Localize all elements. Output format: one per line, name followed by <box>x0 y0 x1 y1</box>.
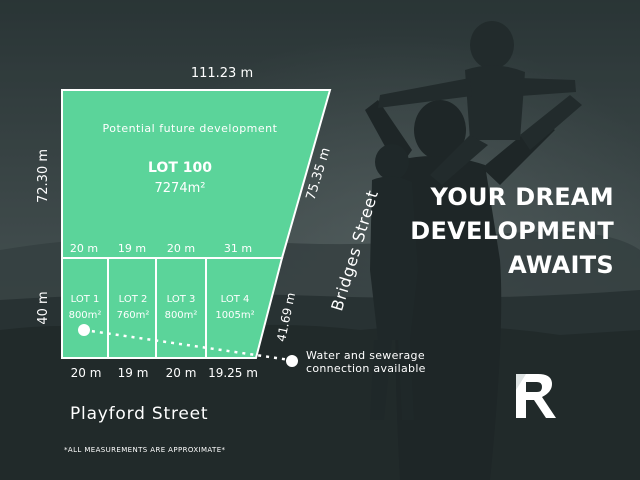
measurements-disclaimer: *ALL MEASUREMENTS ARE APPROXIMATE* <box>64 446 226 454</box>
lot-100-name: LOT 100 <box>148 160 212 176</box>
lot-2-name: LOT 2 <box>119 294 148 305</box>
lot-2-width-top: 19 m <box>118 242 146 255</box>
lot-3-area: 800m² <box>165 310 198 321</box>
tagline: YOUR DREAM DEVELOPMENT AWAITS <box>374 180 614 282</box>
lot-4-area: 1005m² <box>215 310 254 321</box>
lot-2-shape[interactable] <box>107 257 157 359</box>
lot-4-width-bottom: 19.25 m <box>208 366 258 380</box>
service-connection-point-icon <box>286 355 298 367</box>
lot-1-name: LOT 1 <box>71 294 100 305</box>
lot-1-width-bottom: 20 m <box>71 366 102 380</box>
tagline-line-3: AWAITS <box>508 251 614 279</box>
lot-2-width-bottom: 19 m <box>118 366 149 380</box>
lot-1-width-top: 20 m <box>70 242 98 255</box>
dimension-top: 111.23 m <box>191 66 253 81</box>
lot-4-width-top: 31 m <box>224 242 252 255</box>
lot-1-connection-point-icon <box>78 324 90 336</box>
dimension-lots-left: 40 m <box>36 291 51 324</box>
dimension-left: 72.30 m <box>36 149 51 203</box>
lot-4-shape[interactable] <box>205 257 284 359</box>
service-note-line-1: Water and sewerage <box>306 349 425 362</box>
playford-street-label: Playford Street <box>70 404 208 424</box>
lot-1-area: 800m² <box>69 310 102 321</box>
r-monogram-icon <box>516 374 556 418</box>
lot-2-area: 760m² <box>117 310 150 321</box>
lot-3-width-bottom: 20 m <box>166 366 197 380</box>
lot-3-width-top: 20 m <box>167 242 195 255</box>
lot-4-name: LOT 4 <box>221 294 250 305</box>
dimension-right-lower: 41.69 m <box>274 291 298 343</box>
tagline-line-1: YOUR DREAM <box>430 183 614 211</box>
lot-100-subtitle: Potential future development <box>103 122 278 135</box>
lot-3-name: LOT 3 <box>167 294 196 305</box>
lot-100-area: 7274m² <box>155 181 206 196</box>
poster: 111.23 m 72.30 m 75.35 m 41.69 m 40 m Po… <box>0 0 640 480</box>
tagline-line-2: DEVELOPMENT <box>410 217 614 245</box>
lot-1-shape[interactable] <box>61 257 109 359</box>
service-note-line-2: connection available <box>306 362 426 375</box>
